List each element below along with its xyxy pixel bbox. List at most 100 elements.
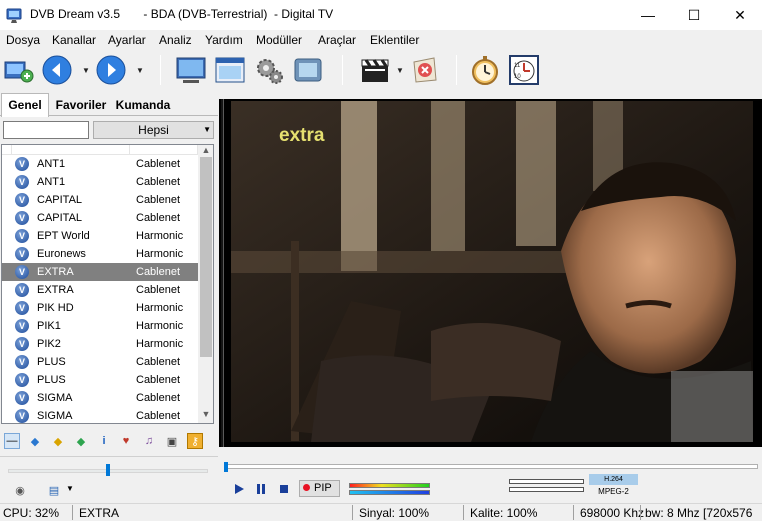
channel-row[interactable]: V EXTRA Cablenet — [2, 281, 198, 299]
screenshot-icon[interactable] — [291, 53, 325, 87]
video-frame[interactable]: extra — [231, 101, 753, 442]
toolbar: ▼ ▼ ▼ 11 10 — [0, 50, 762, 93]
channel-row[interactable]: V PIK1 Harmonic — [2, 317, 198, 335]
player-controls: PIP H.264 MPEG-2 — [219, 447, 762, 501]
channel-name: PIK2 — [37, 338, 61, 350]
speaker-icon[interactable]: ◉ — [12, 482, 28, 498]
channel-provider: Harmonic — [136, 302, 184, 314]
scrollbar-thumb[interactable] — [200, 157, 212, 357]
close-button[interactable]: ✕ — [717, 0, 762, 30]
column-header-name[interactable] — [12, 145, 130, 155]
slider-thumb[interactable] — [106, 464, 110, 476]
cpu-status: CPU: 32% — [3, 506, 60, 520]
heart-icon[interactable]: ♥ — [118, 433, 134, 449]
channel-row[interactable]: V ANT1 Cablenet — [2, 173, 198, 191]
channel-name: PIK HD — [37, 302, 74, 314]
signal-status: Sinyal: 100% — [359, 506, 430, 520]
channel-row[interactable]: V SIGMA Cablenet — [2, 407, 198, 423]
monitor-icon[interactable] — [174, 53, 208, 87]
aspect-ratio-icon[interactable]: ▤ — [46, 482, 62, 498]
tv-channel-icon: V — [15, 175, 29, 189]
maximize-button[interactable]: ☐ — [671, 0, 717, 30]
menu-analiz[interactable]: Analiz — [159, 33, 192, 47]
channel-row[interactable]: V ANT1 Cablenet — [2, 155, 198, 173]
stop-record-icon[interactable] — [408, 53, 442, 87]
channel-provider: Cablenet — [136, 356, 181, 368]
play-icon[interactable] — [231, 482, 247, 496]
info-icon[interactable]: i — [96, 433, 112, 449]
minus-icon[interactable]: — — [4, 433, 20, 449]
menu-yardim[interactable]: Yardım — [205, 33, 243, 47]
tab-kumanda[interactable]: Kumanda — [113, 96, 173, 116]
video-player[interactable]: extra — [219, 99, 762, 447]
back-icon[interactable] — [40, 53, 74, 87]
window-icon[interactable] — [213, 53, 247, 87]
tv-channel-icon: V — [15, 157, 29, 171]
menu-araclar[interactable]: Araçlar — [318, 33, 356, 47]
minimize-button[interactable]: — — [625, 0, 671, 30]
channel-provider: Cablenet — [136, 410, 181, 422]
channel-row[interactable]: V Euronews Harmonic — [2, 245, 198, 263]
tab-favoriler[interactable]: Favoriler — [53, 96, 109, 116]
pip-button[interactable]: PIP — [299, 480, 340, 497]
forward-icon[interactable] — [94, 53, 128, 87]
record-dropdown-icon[interactable]: ▼ — [396, 66, 404, 75]
key-icon[interactable]: ⚷ — [187, 433, 203, 449]
settings-gears-icon[interactable] — [252, 53, 286, 87]
print-icon[interactable]: ▣ — [164, 433, 180, 449]
channel-provider: Cablenet — [136, 194, 181, 206]
column-header-icon[interactable] — [2, 145, 12, 155]
tv-channel-icon: V — [15, 283, 29, 297]
warning-icon[interactable]: ◆ — [50, 433, 66, 449]
aspect-dropdown-icon[interactable]: ▼ — [66, 484, 74, 493]
stop-icon[interactable] — [276, 482, 292, 496]
svg-text:11: 11 — [514, 63, 521, 69]
scroll-up-icon[interactable]: ▲ — [198, 145, 213, 157]
channel-row[interactable]: V SIGMA Cablenet — [2, 389, 198, 407]
forward-dropdown-icon[interactable]: ▼ — [136, 66, 144, 75]
channel-row[interactable]: V PIK HD Harmonic — [2, 299, 198, 317]
clapperboard-icon[interactable] — [358, 53, 392, 87]
channel-row[interactable]: V CAPITAL Cablenet — [2, 209, 198, 227]
channel-provider: Cablenet — [136, 266, 181, 278]
channel-search-input[interactable] — [3, 121, 89, 139]
channel-name: PLUS — [37, 374, 66, 386]
channel-list-scrollbar[interactable]: ▲ ▼ — [198, 145, 213, 423]
channel-row[interactable]: V PIK2 Harmonic — [2, 335, 198, 353]
channel-row[interactable]: V PLUS Cablenet — [2, 353, 198, 371]
scheduler-calendar-icon[interactable]: 11 10 — [507, 53, 541, 87]
status-divider — [352, 505, 353, 520]
back-dropdown-icon[interactable]: ▼ — [82, 66, 90, 75]
seek-thumb[interactable] — [224, 462, 228, 472]
refresh-icon[interactable]: ◆ — [73, 433, 89, 449]
channel-row[interactable]: V EXTRA Cablenet — [2, 263, 198, 281]
channel-name: CAPITAL — [37, 194, 83, 206]
channel-filter-select[interactable]: Hepsi ▼ — [93, 121, 214, 139]
channel-row[interactable]: V CAPITAL Cablenet — [2, 191, 198, 209]
music-icon[interactable]: ♫ — [141, 433, 157, 449]
channel-row[interactable]: V PLUS Cablenet — [2, 371, 198, 389]
column-header-provider[interactable] — [130, 145, 198, 155]
volume-slider[interactable] — [0, 456, 218, 476]
panel-tabs: Genel Favoriler Kumanda — [0, 93, 218, 117]
channel-row[interactable]: V EPT World Harmonic — [2, 227, 198, 245]
open-channels-icon[interactable] — [2, 53, 36, 87]
status-divider — [72, 505, 73, 520]
menu-kanallar[interactable]: Kanallar — [52, 33, 96, 47]
menu-eklentiler[interactable]: Eklentiler — [370, 33, 419, 47]
tv-channel-icon: V — [15, 229, 29, 243]
scroll-down-icon[interactable]: ▼ — [198, 409, 213, 421]
channel-name: Euronews — [37, 248, 86, 260]
seek-bar[interactable] — [224, 464, 758, 469]
channel-list[interactable]: V ANT1 Cablenet V ANT1 Cablenet V CAPITAL Cablen… — [1, 144, 214, 424]
menu-moduller[interactable]: Modüller — [256, 33, 302, 47]
tab-genel[interactable]: Genel — [1, 93, 49, 117]
menu-ayarlar[interactable]: Ayarlar — [108, 33, 146, 47]
channel-name: EXTRA — [37, 266, 74, 278]
svg-text:10: 10 — [514, 74, 521, 80]
pause-icon[interactable] — [253, 482, 269, 496]
diamond-icon[interactable]: ◆ — [27, 433, 43, 449]
timer-clock-icon[interactable] — [468, 53, 502, 87]
tv-channel-icon: V — [15, 409, 29, 423]
menu-dosya[interactable]: Dosya — [6, 33, 40, 47]
